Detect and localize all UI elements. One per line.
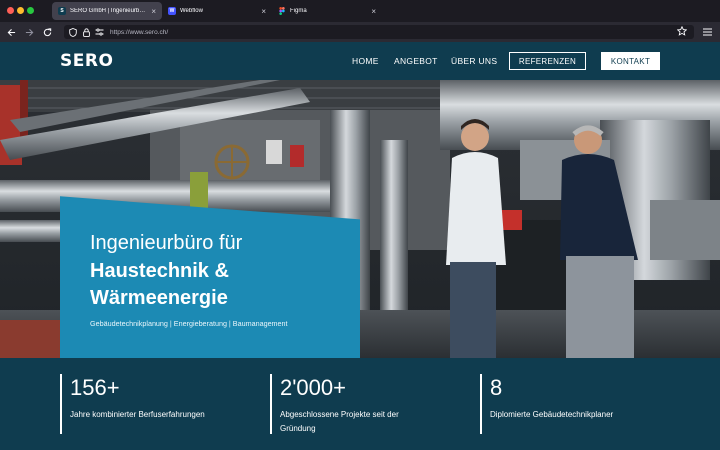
stat-number: 2'000+	[280, 375, 346, 400]
shield-icon[interactable]	[68, 27, 78, 37]
back-arrow-icon[interactable]	[4, 25, 18, 39]
stat-label: Abgeschlossene Projekte seit der Gründun…	[280, 410, 399, 433]
nav-link-home[interactable]: HOME	[352, 56, 379, 66]
bookmark-star-icon[interactable]	[677, 26, 687, 36]
browser-tab-bar: S SERO GmbH | Ingenieurbüro für × W Webf…	[0, 0, 720, 22]
browser-tab-sero[interactable]: S SERO GmbH | Ingenieurbüro für ×	[52, 2, 162, 20]
tab-title: Figma	[290, 8, 307, 14]
references-button[interactable]: REFERENZEN	[509, 52, 586, 70]
hero-title-line-1: Haustechnik &	[90, 260, 229, 282]
sero-favicon-icon: S	[58, 7, 66, 15]
forward-arrow-icon[interactable]	[22, 25, 36, 39]
webflow-favicon-icon: W	[168, 7, 176, 15]
hero-subtitle: Ingenieurbüro für	[90, 232, 243, 254]
hero-title-line-2: Wärmeenergie	[90, 287, 228, 309]
nav-link-ueber-uns[interactable]: ÜBER UNS	[451, 56, 497, 66]
stat-divider	[270, 374, 272, 434]
stat-divider	[480, 374, 482, 434]
address-bar[interactable]: https://www.sero.ch/	[64, 25, 694, 39]
tab-title: SERO GmbH | Ingenieurbüro für	[70, 8, 148, 14]
figma-favicon-icon	[278, 7, 286, 15]
stat-number: 8	[490, 375, 503, 400]
stat-divider	[60, 374, 62, 434]
hamburger-menu-icon[interactable]	[700, 25, 714, 39]
window-zoom-button[interactable]	[27, 7, 34, 14]
stat-label: Diplomierte Gebäudetechnikplaner	[490, 410, 614, 419]
url-text: https://www.sero.ch/	[110, 28, 169, 36]
sero-logo[interactable]: SERO	[60, 51, 113, 71]
permissions-icon[interactable]	[94, 27, 104, 37]
window-close-button[interactable]	[7, 7, 14, 14]
tab-title: Webflow	[180, 8, 203, 14]
lock-icon[interactable]	[81, 27, 91, 37]
close-icon[interactable]: ×	[151, 7, 156, 16]
browser-tab-webflow[interactable]: W Webflow ×	[162, 2, 272, 20]
reload-icon[interactable]	[40, 25, 54, 39]
browser-tab-figma[interactable]: Figma ×	[272, 2, 382, 20]
contact-button[interactable]: KONTAKT	[601, 52, 660, 70]
stats-section: 156+ Jahre kombinierter Berfuserfahrunge…	[0, 358, 720, 450]
site-header: SERO HOME ANGEBOT ÜBER UNS REFERENZEN KO…	[0, 42, 720, 80]
close-icon[interactable]: ×	[261, 7, 266, 16]
window-minimize-button[interactable]	[17, 7, 24, 14]
browser-nav-bar: https://www.sero.ch/	[0, 22, 720, 42]
close-icon[interactable]: ×	[371, 7, 376, 16]
hero-title: Haustechnik & Wärmeenergie	[90, 258, 350, 312]
hero-services: Gebäudetechnikplanung | Energieberatung …	[90, 319, 288, 328]
stat-label: Jahre kombinierter Berfuserfahrungen	[70, 410, 205, 419]
nav-link-angebot[interactable]: ANGEBOT	[394, 56, 438, 66]
stat-number: 156+	[70, 375, 120, 400]
